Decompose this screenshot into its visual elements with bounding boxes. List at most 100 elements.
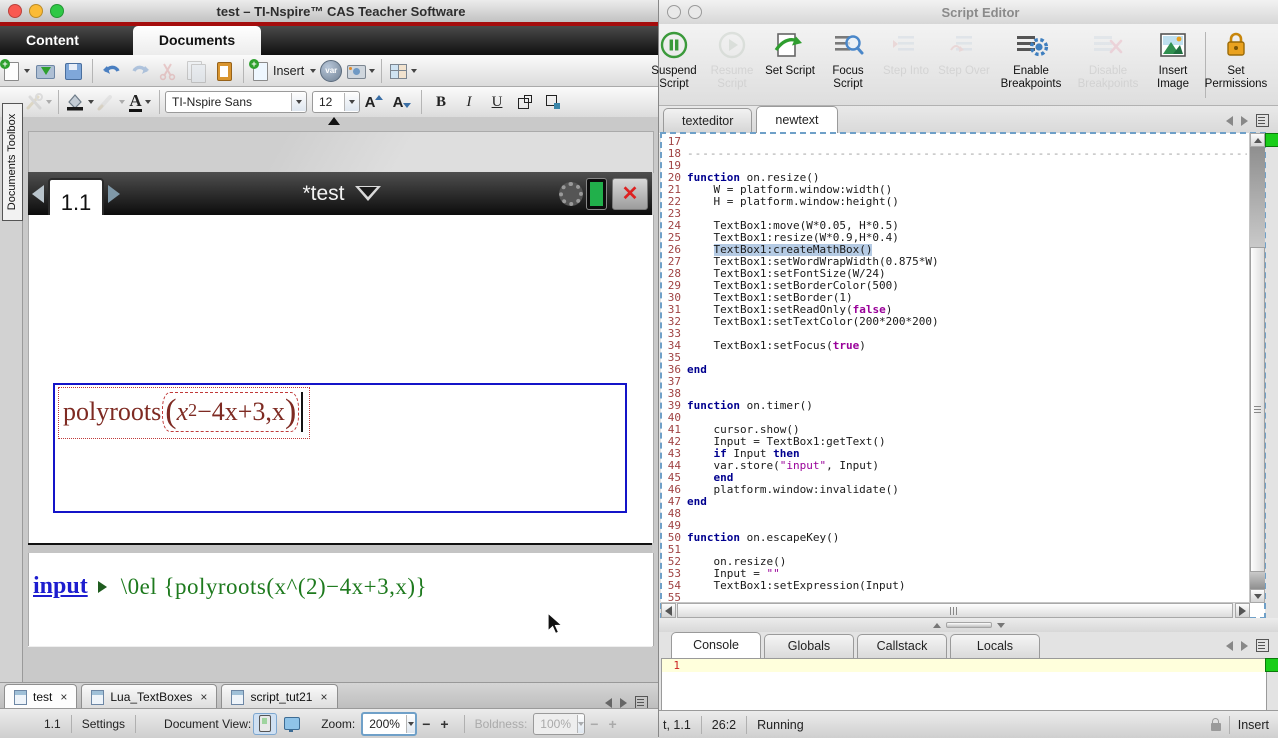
tab-list-icon[interactable] <box>1256 114 1269 127</box>
code-line[interactable]: 50function on.escapeKey() <box>661 532 1247 544</box>
insert-button[interactable]: + Insert <box>250 58 316 84</box>
code-line[interactable]: 37 <box>661 376 1247 388</box>
step-into-button[interactable]: Step Into <box>877 30 935 78</box>
save-document-button[interactable] <box>60 58 86 84</box>
script-tab-texteditor[interactable]: texteditor <box>663 108 752 133</box>
console-line[interactable]: 1 <box>662 659 1266 672</box>
italic-button[interactable]: I <box>456 89 482 115</box>
focus-script-button[interactable]: Focus Script <box>819 30 877 91</box>
brush-button[interactable] <box>96 89 125 115</box>
code-line[interactable]: 54 TextBox1:setExpression(Input) <box>661 580 1247 592</box>
doc-tab-lua-textboxes[interactable]: Lua_TextBoxes × <box>81 684 217 709</box>
code-line[interactable]: 44 var.store("input", Input) <box>661 460 1247 472</box>
computer-view-button[interactable] <box>281 714 303 734</box>
suspend-script-button[interactable]: Suspend Script <box>645 30 703 91</box>
decrease-font-button[interactable]: A <box>389 89 415 115</box>
zoom-window-button[interactable] <box>50 4 64 18</box>
boldness-increase-button[interactable]: + <box>608 716 616 732</box>
zoom-select[interactable]: 200% <box>361 712 417 736</box>
boldness-decrease-button[interactable]: − <box>590 716 598 732</box>
fill-color-button[interactable] <box>65 89 94 115</box>
zoom-in-button[interactable]: + <box>440 716 448 732</box>
undo-button[interactable] <box>99 58 125 84</box>
copy-button[interactable] <box>183 58 209 84</box>
code-line[interactable]: 48 <box>661 508 1247 520</box>
horizontal-scrollbar[interactable] <box>661 602 1250 618</box>
next-page-icon[interactable] <box>108 185 120 203</box>
tab-list-icon[interactable] <box>1256 639 1269 652</box>
script-tab-newtext[interactable]: newtext <box>756 106 837 133</box>
code-line[interactable]: 22 H = platform.window:height() <box>661 196 1247 208</box>
set-permissions-button[interactable]: Set Permissions <box>1198 30 1274 91</box>
tab-documents[interactable]: Documents <box>133 26 261 55</box>
math-textbox[interactable]: polyroots(x2−4x+3,x) <box>53 383 627 513</box>
boldness-select[interactable]: 100% <box>533 713 585 735</box>
subscript-button[interactable] <box>540 89 566 115</box>
increase-font-button[interactable]: A <box>361 89 387 115</box>
scroll-tabs-right-icon[interactable] <box>1241 641 1248 651</box>
resume-script-button[interactable]: Resume Script <box>703 30 761 91</box>
doc-tab-test[interactable]: test × <box>4 684 77 709</box>
previous-page-icon[interactable] <box>32 185 44 203</box>
font-size-dropdown-icon[interactable] <box>344 93 359 111</box>
close-window-button[interactable] <box>8 4 22 18</box>
disable-breakpoints-button[interactable]: Disable Breakpoints <box>1069 30 1147 91</box>
document-title-dropdown[interactable]: *test <box>124 182 559 206</box>
scroll-down-icon[interactable] <box>1250 589 1265 603</box>
code-editor[interactable]: 1718------------------------------------… <box>661 133 1265 618</box>
tab-callstack[interactable]: Callstack <box>857 634 947 658</box>
scroll-left-icon[interactable] <box>661 603 676 618</box>
scroll-tabs-right-icon[interactable] <box>620 698 627 708</box>
insert-image-button[interactable]: Insert Image <box>1147 30 1199 91</box>
titlebar[interactable]: test – TI-Nspire™ CAS Teacher Software <box>0 0 658 23</box>
documents-toolbox-handle[interactable]: Documents Toolbox <box>2 103 23 221</box>
horizontal-scroll-thumb[interactable] <box>677 603 1233 618</box>
code-line[interactable]: 39function on.timer() <box>661 400 1247 412</box>
handheld-view-button[interactable] <box>253 713 277 735</box>
page-layout-button[interactable] <box>388 58 417 84</box>
tab-content[interactable]: Content <box>0 26 105 55</box>
scroll-tabs-left-icon[interactable] <box>1226 641 1233 651</box>
set-script-button[interactable]: Set Script <box>761 30 819 78</box>
scroll-tabs-right-icon[interactable] <box>1241 116 1248 126</box>
settings-gear-icon[interactable] <box>559 182 583 206</box>
scroll-right-icon[interactable] <box>1235 603 1250 618</box>
close-tab-icon[interactable]: × <box>60 690 67 704</box>
underline-button[interactable]: U <box>484 89 510 115</box>
bold-button[interactable]: B <box>428 89 454 115</box>
enable-breakpoints-button[interactable]: Enable Breakpoints <box>993 30 1069 91</box>
editor-console-splitter[interactable] <box>659 618 1278 632</box>
code-line[interactable]: 35 <box>661 352 1247 364</box>
tools-button[interactable] <box>25 89 52 115</box>
splitter-handle[interactable] <box>946 622 992 628</box>
close-window-button[interactable] <box>667 5 681 19</box>
math-expression[interactable]: polyroots(x2−4x+3,x) <box>58 387 310 439</box>
tab-globals[interactable]: Globals <box>764 634 854 658</box>
splitter-up-icon[interactable] <box>933 623 941 628</box>
code-line[interactable]: 32 TextBox1:setTextColor(200*200*200) <box>661 316 1247 328</box>
cut-button[interactable] <box>155 58 181 84</box>
scroll-tabs-left-icon[interactable] <box>1226 116 1233 126</box>
zoom-out-button[interactable]: − <box>422 716 430 732</box>
new-document-button[interactable]: + <box>1 58 30 84</box>
close-document-button[interactable]: ✕ <box>612 178 648 210</box>
console-panel[interactable]: 1 <box>661 658 1267 712</box>
step-over-button[interactable]: Step Over <box>935 30 993 78</box>
minimize-window-button[interactable] <box>29 4 43 18</box>
tab-locals[interactable]: Locals <box>950 634 1040 658</box>
code-line[interactable]: 34 TextBox1:setFocus(true) <box>661 340 1247 352</box>
superscript-button[interactable] <box>512 89 538 115</box>
page-canvas[interactable]: polyroots(x2−4x+3,x) <box>28 215 654 543</box>
code-line[interactable]: 55 <box>661 592 1247 602</box>
status-settings-link[interactable]: Settings <box>82 717 125 731</box>
paste-button[interactable] <box>211 58 237 84</box>
doc-tab-script-tut21[interactable]: script_tut21 × <box>221 684 337 709</box>
close-tab-icon[interactable]: × <box>200 690 207 704</box>
close-tab-icon[interactable]: × <box>320 690 327 704</box>
code-line[interactable]: 18--------------------------------------… <box>661 148 1247 160</box>
redo-button[interactable] <box>127 58 153 84</box>
text-color-button[interactable]: A <box>127 89 153 115</box>
open-document-button[interactable] <box>32 58 58 84</box>
screenshot-button[interactable] <box>346 58 375 84</box>
minimize-window-button[interactable] <box>688 5 702 19</box>
